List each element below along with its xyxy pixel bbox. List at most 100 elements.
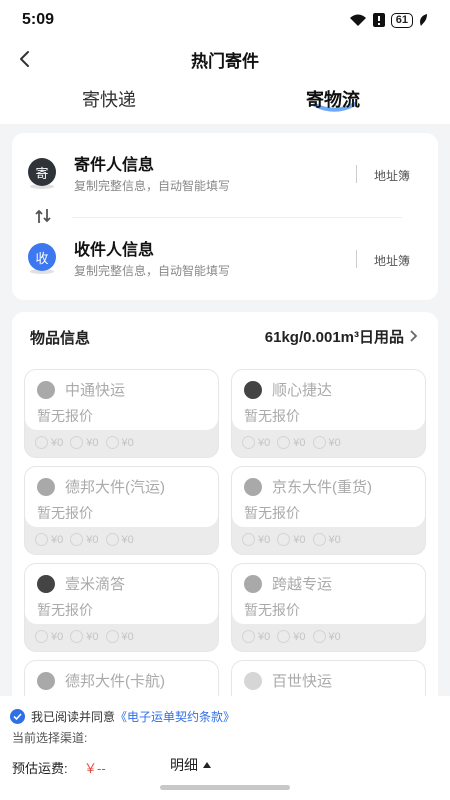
fee-value: ￥-- xyxy=(84,761,106,776)
carrier-prices: ¥0 ¥0 ¥0 xyxy=(35,533,134,546)
price-type-icon xyxy=(35,630,48,643)
price-type-icon xyxy=(242,630,255,643)
carrier-name: 德邦大件(汽运) xyxy=(65,479,165,496)
carrier-quote: 暂无报价 xyxy=(244,602,300,618)
carrier-name: 壹米滴答 xyxy=(65,576,126,593)
carrier-price: ¥0 xyxy=(86,630,99,643)
carrier-price: ¥0 xyxy=(328,533,341,546)
carrier-logo-icon xyxy=(37,672,55,690)
fee-label: 预估运费: xyxy=(12,761,68,776)
carrier-card[interactable]: 壹米滴答 暂无报价 ¥0 ¥0 ¥0 xyxy=(24,563,219,652)
carrier-logo-icon xyxy=(244,672,262,690)
goods-value[interactable]: 61kg/0.001m³日用品 xyxy=(265,326,404,347)
carrier-price: ¥0 xyxy=(121,436,134,449)
carrier-name: 百世快运 xyxy=(272,673,333,690)
carrier-price: ¥0 xyxy=(51,630,64,643)
price-type-icon xyxy=(35,436,48,449)
carrier-prices: ¥0 ¥0 ¥0 xyxy=(35,436,134,449)
price-type-icon xyxy=(105,533,119,546)
carrier-logo-icon xyxy=(244,575,262,593)
carrier-prices: ¥0 ¥0 ¥0 xyxy=(242,630,341,643)
carrier-quote: 暂无报价 xyxy=(37,408,93,424)
receiver-avatar: 收 xyxy=(28,243,56,271)
receiver-title: 收件人信息 xyxy=(74,242,155,259)
carrier-card[interactable]: 顺心捷达 暂无报价 ¥0 ¥0 ¥0 xyxy=(231,369,426,458)
carrier-price: ¥0 xyxy=(121,630,134,643)
carrier-price: ¥0 xyxy=(86,436,99,449)
status-bar: 5:09 61 xyxy=(0,0,450,40)
carrier-quote: 暂无报价 xyxy=(37,505,93,521)
carrier-price: ¥0 xyxy=(121,533,134,546)
sender-info-row[interactable]: 寄 寄件人信息 复制完整信息，自动智能填写 地址簿 xyxy=(12,145,438,205)
carrier-card[interactable]: 京东大件(重货) 暂无报价 ¥0 ¥0 ¥0 xyxy=(231,466,426,555)
carrier-price: ¥0 xyxy=(293,533,306,546)
status-time: 5:09 xyxy=(22,11,55,28)
check-icon xyxy=(13,713,22,721)
carrier-logo-icon xyxy=(37,575,55,593)
sender-avatar: 寄 xyxy=(28,158,56,186)
divider xyxy=(356,250,357,268)
receiver-info-row[interactable]: 收 收件人信息 复制完整信息，自动智能填写 地址簿 xyxy=(12,230,438,290)
sender-address-book-button[interactable]: 地址簿 xyxy=(374,167,410,184)
divider xyxy=(356,165,357,183)
price-type-icon xyxy=(312,533,326,546)
carrier-logo-icon xyxy=(37,381,55,399)
leaf-icon xyxy=(420,14,427,26)
price-type-icon xyxy=(70,533,84,546)
carrier-logo-icon xyxy=(244,478,262,496)
caret-up-icon xyxy=(203,762,211,768)
agreement-text: 我已阅读并同意《电子运单契约条款》 xyxy=(31,708,235,725)
carrier-price: ¥0 xyxy=(51,436,64,449)
carrier-quote: 暂无报价 xyxy=(244,505,300,521)
carrier-price: ¥0 xyxy=(293,630,306,643)
price-type-icon xyxy=(242,533,255,546)
alert-icon xyxy=(372,13,385,27)
carrier-name: 跨越专运 xyxy=(272,576,333,593)
price-type-icon xyxy=(277,630,291,643)
receiver-address-book-button[interactable]: 地址簿 xyxy=(374,252,410,269)
carrier-name: 顺心捷达 xyxy=(272,382,333,399)
divider xyxy=(72,217,402,218)
carrier-logo-icon xyxy=(244,381,262,399)
tab-send-express[interactable]: 寄快递 xyxy=(82,86,136,112)
carrier-price: ¥0 xyxy=(258,533,271,546)
goods-panel: 物品信息 61kg/0.001m³日用品 中通快运 暂无报价 ¥0 ¥0 ¥0 … xyxy=(12,312,438,749)
price-type-icon xyxy=(105,630,119,643)
back-arrow-icon[interactable] xyxy=(14,48,36,70)
carrier-name: 京东大件(重货) xyxy=(272,479,372,496)
price-type-icon xyxy=(277,533,291,546)
carrier-logo-icon xyxy=(37,478,55,496)
price-type-icon xyxy=(35,533,48,546)
carrier-card[interactable]: 德邦大件(汽运) 暂无报价 ¥0 ¥0 ¥0 xyxy=(24,466,219,555)
carrier-price: ¥0 xyxy=(328,630,341,643)
status-icons: 61 xyxy=(349,12,428,28)
price-type-icon xyxy=(242,436,255,449)
carrier-card[interactable]: 跨越专运 暂无报价 ¥0 ¥0 ¥0 xyxy=(231,563,426,652)
carrier-price: ¥0 xyxy=(51,533,64,546)
carrier-quote: 暂无报价 xyxy=(244,408,300,424)
goods-label: 物品信息 xyxy=(30,330,91,347)
carrier-price: ¥0 xyxy=(328,436,341,449)
carrier-name: 德邦大件(卡航) xyxy=(65,673,165,690)
detail-button[interactable]: 明细 xyxy=(170,755,211,775)
home-indicator[interactable] xyxy=(160,785,290,790)
tab-send-logistics[interactable]: 寄物流 xyxy=(306,86,360,112)
bottom-bar: 我已阅读并同意《电子运单契约条款》 当前选择渠道: 预估运费: ￥-- 明细 xyxy=(0,696,450,800)
carrier-quote: 暂无报价 xyxy=(37,602,93,618)
nav-bar: 热门寄件 xyxy=(0,40,450,78)
carrier-name: 中通快运 xyxy=(65,382,126,399)
tab-bar: 寄快递 寄物流 xyxy=(0,78,450,124)
carrier-prices: ¥0 ¥0 ¥0 xyxy=(242,436,341,449)
price-type-icon xyxy=(70,630,84,643)
price-type-icon xyxy=(70,436,84,449)
chevron-right-icon[interactable] xyxy=(408,328,420,344)
wifi-icon xyxy=(349,14,366,26)
agreement-link[interactable]: 《电子运单契约条款》 xyxy=(115,710,235,724)
sender-subtitle: 复制完整信息，自动智能填写 xyxy=(74,179,231,193)
swap-icon[interactable] xyxy=(34,207,52,225)
carrier-price: ¥0 xyxy=(293,436,306,449)
battery-icon: 61 xyxy=(390,12,413,28)
carrier-card[interactable]: 中通快运 暂无报价 ¥0 ¥0 ¥0 xyxy=(24,369,219,458)
agree-checkbox[interactable] xyxy=(10,709,25,724)
price-type-icon xyxy=(312,436,326,449)
